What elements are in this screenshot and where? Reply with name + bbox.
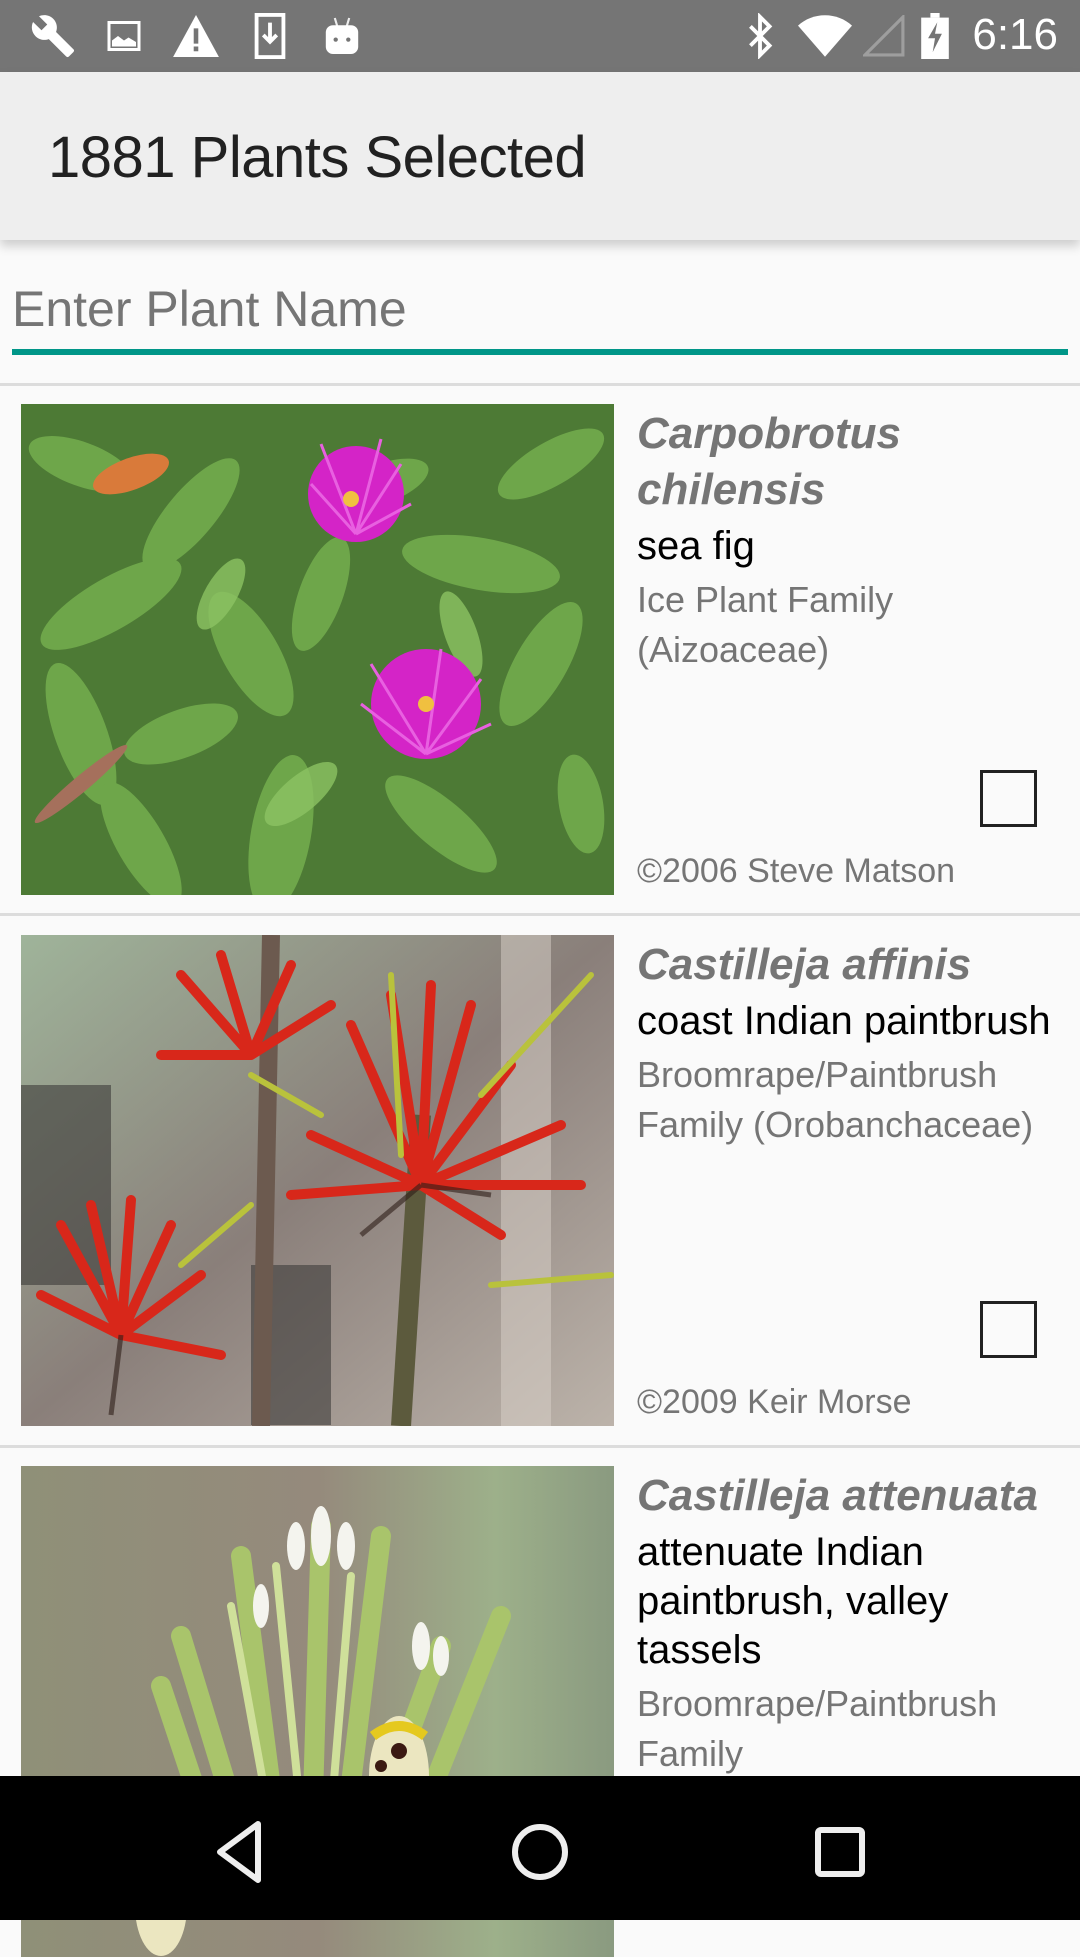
plant-photo — [21, 404, 614, 895]
wifi-icon — [796, 12, 854, 60]
photo-copyright: ©2009 Keir Morse — [637, 1383, 912, 1421]
cell-signal-icon — [862, 12, 906, 60]
wrench-icon — [28, 12, 78, 60]
plant-list-item[interactable]: Castilleja affinis coast Indian paintbru… — [0, 935, 1080, 1426]
status-time: 6:16 — [972, 10, 1058, 59]
common-name: sea fig — [637, 524, 755, 568]
bluetooth-icon — [742, 12, 778, 60]
plant-name-input[interactable] — [12, 270, 1068, 348]
back-icon — [217, 1821, 261, 1883]
family-name: Broomrape/Paintbrush Family (Orobanchace… — [637, 1054, 1034, 1145]
photo-copyright: ©2006 Steve Matson — [637, 852, 956, 890]
divider — [0, 1445, 1080, 1448]
status-bar: 6:16 — [0, 0, 1080, 72]
home-button[interactable] — [500, 1812, 580, 1892]
warning-icon — [172, 12, 220, 60]
select-checkbox[interactable] — [980, 770, 1037, 827]
plant-list-item[interactable]: Carpobrotus chilensis sea fig Ice Plant … — [0, 404, 1080, 895]
back-button[interactable] — [200, 1812, 280, 1892]
family-name: Ice Plant Family (Aizoaceae) — [637, 579, 894, 670]
scientific-name: Castilleja attenuata — [637, 1471, 1039, 1520]
plant-info: Carpobrotus chilensis sea fig Ice Plant … — [637, 404, 1057, 895]
search-field — [12, 270, 1068, 356]
page-title: 1881 Plants Selected — [48, 125, 587, 190]
recents-button[interactable] — [800, 1812, 880, 1892]
family-name: Broomrape/Paintbrush Family — [637, 1683, 998, 1774]
scientific-name: Carpobrotus chilensis — [637, 409, 901, 514]
common-name: coast Indian paintbrush — [637, 999, 1051, 1043]
app-bar: 1881 Plants Selected — [0, 72, 1080, 240]
home-icon — [512, 1824, 568, 1880]
image-icon — [104, 12, 144, 60]
select-checkbox[interactable] — [980, 1301, 1037, 1358]
plant-photo — [21, 935, 614, 1426]
android-icon — [322, 12, 362, 60]
navigation-bar — [0, 1776, 1080, 1920]
common-name: attenuate Indian paintbrush, valley tass… — [637, 1530, 949, 1672]
input-underline — [12, 349, 1068, 355]
scientific-name: Castilleja affinis — [637, 940, 972, 989]
battery-charging-icon — [918, 12, 952, 60]
recents-icon — [815, 1827, 865, 1877]
divider — [0, 383, 1080, 386]
plant-info: Castilleja affinis coast Indian paintbru… — [637, 935, 1057, 1426]
divider — [0, 913, 1080, 916]
download-icon — [252, 12, 288, 60]
